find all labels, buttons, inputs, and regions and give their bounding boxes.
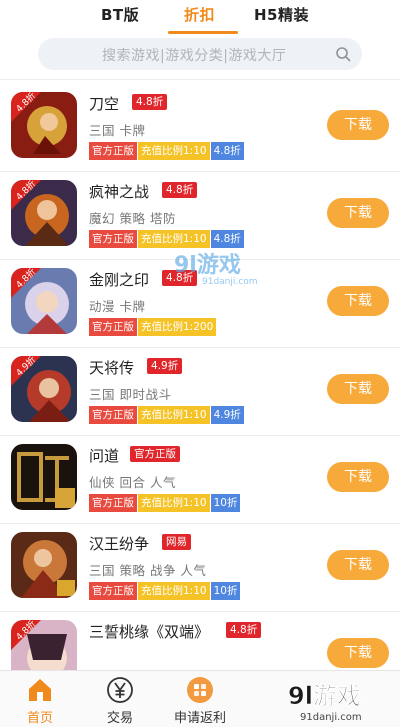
game-row-hanwang[interactable]: 汉王纷争 网易 三国 策略 战争 人气 官方正版 充值比例1:10 10折 下载 bbox=[0, 524, 400, 612]
download-button[interactable]: 下载 bbox=[327, 638, 389, 668]
nav-trade[interactable]: 交易 bbox=[80, 671, 160, 727]
nav-home[interactable]: 首页 bbox=[0, 671, 80, 727]
game-tags: 三国 卡牌 bbox=[89, 123, 146, 138]
badge-discount: 4.9折 bbox=[210, 406, 244, 424]
nav-rebate[interactable]: 申请返利 bbox=[160, 671, 240, 727]
watermark-logo: 9l游戏 91danji.com bbox=[174, 252, 257, 287]
rebate-icon bbox=[187, 677, 213, 703]
game-row-tianjiang[interactable]: 4.9折 天将传 4.9折 三国 即时战斗 官方正版 充值比例1:10 4.9折 下… bbox=[0, 348, 400, 436]
badge-discount: 4.8折 bbox=[210, 142, 244, 160]
game-title[interactable]: 问道 bbox=[89, 445, 119, 466]
badge-discount: 10折 bbox=[210, 582, 241, 600]
game-row-fengshen[interactable]: 4.8折 疯神之战 4.8折 魔幻 策略 塔防 官方正版 充值比例1:10 4.8折… bbox=[0, 172, 400, 260]
game-title[interactable]: 三誓桃缘《双端》 bbox=[89, 621, 209, 642]
top-bar: BT版 折扣 H5精装 搜索游戏|游戏分类|游戏大厅 bbox=[0, 0, 400, 80]
search-icon[interactable] bbox=[335, 46, 351, 62]
badge-discount: 4.8折 bbox=[210, 230, 244, 248]
badge-official: 官方正版 bbox=[89, 318, 137, 336]
nav-label: 申请返利 bbox=[173, 711, 226, 726]
game-title[interactable]: 天将传 bbox=[89, 357, 134, 378]
tab-bar: BT版 折扣 H5精装 bbox=[0, 4, 400, 34]
game-tags: 三国 策略 战争 人气 bbox=[89, 563, 207, 578]
yen-icon bbox=[107, 677, 133, 703]
discount-tag: 4.8折 bbox=[162, 182, 198, 198]
watermark-domain-corner: 91danji.com bbox=[300, 712, 362, 723]
game-thumbnail[interactable]: 4.8折 bbox=[11, 180, 77, 246]
game-title[interactable]: 金刚之印 bbox=[89, 269, 149, 290]
download-button[interactable]: 下载 bbox=[327, 550, 389, 580]
badge-official: 官方正版 bbox=[89, 406, 137, 424]
badge-ratio: 充值比例1:200 bbox=[138, 318, 217, 336]
game-tags: 仙侠 回合 人气 bbox=[89, 475, 176, 490]
game-title[interactable]: 汉王纷争 bbox=[89, 533, 149, 554]
discount-tag: 网易 bbox=[162, 534, 191, 550]
badge-group: 官方正版 充值比例1:10 4.9折 bbox=[89, 406, 245, 424]
game-title[interactable]: 疯神之战 bbox=[89, 181, 149, 202]
watermark-brand-corner: 9l游戏 bbox=[288, 682, 361, 710]
badge-ratio: 充值比例1:10 bbox=[138, 406, 210, 424]
watermark-domain: 91danji.com bbox=[202, 277, 257, 287]
active-tab-indicator bbox=[168, 31, 238, 34]
tab-discount[interactable]: 折扣 bbox=[184, 4, 215, 25]
home-icon bbox=[29, 679, 51, 701]
badge-official: 官方正版 bbox=[89, 494, 137, 512]
download-button[interactable]: 下载 bbox=[327, 198, 389, 228]
game-title[interactable]: 刀空 bbox=[89, 93, 119, 114]
badge-official: 官方正版 bbox=[89, 582, 137, 600]
badge-ratio: 充值比例1:10 bbox=[138, 142, 210, 160]
watermark-logo-corner: 9l游戏 91danji.com bbox=[288, 682, 362, 723]
watermark-brand: 9l游戏 bbox=[174, 252, 241, 278]
badge-discount: 10折 bbox=[210, 494, 241, 512]
tab-h5[interactable]: H5精装 bbox=[254, 4, 309, 25]
game-thumbnail[interactable]: 4.8折 bbox=[11, 268, 77, 334]
download-button[interactable]: 下载 bbox=[327, 462, 389, 492]
badge-group: 官方正版 充值比例1:10 4.8折 bbox=[89, 142, 245, 160]
download-button[interactable]: 下载 bbox=[327, 374, 389, 404]
badge-group: 官方正版 充值比例1:10 10折 bbox=[89, 494, 241, 512]
download-button[interactable]: 下载 bbox=[327, 286, 389, 316]
download-button[interactable]: 下载 bbox=[327, 110, 389, 140]
discount-tag: 4.9折 bbox=[147, 358, 183, 374]
search-input[interactable]: 搜索游戏|游戏分类|游戏大厅 bbox=[38, 38, 362, 70]
game-tags: 动漫 卡牌 bbox=[89, 299, 146, 314]
game-tags: 三国 即时战斗 bbox=[89, 387, 172, 402]
tab-bt[interactable]: BT版 bbox=[101, 4, 139, 25]
discount-tag: 4.8折 bbox=[226, 622, 262, 638]
game-row-wendao[interactable]: 问道 官方正版 仙侠 回合 人气 官方正版 充值比例1:10 10折 下载 bbox=[0, 436, 400, 524]
search-placeholder: 搜索游戏|游戏分类|游戏大厅 bbox=[102, 48, 287, 64]
discount-tag: 官方正版 bbox=[130, 446, 180, 462]
badge-official: 官方正版 bbox=[89, 142, 137, 160]
game-thumbnail[interactable] bbox=[11, 532, 77, 598]
nav-label: 交易 bbox=[106, 711, 133, 726]
badge-group: 官方正版 充值比例1:10 10折 bbox=[89, 582, 241, 600]
game-thumbnail[interactable]: 4.8折 bbox=[11, 92, 77, 158]
game-tags: 魔幻 策略 塔防 bbox=[89, 211, 176, 226]
game-row-daokong[interactable]: 4.8折 刀空 4.8折 三国 卡牌 官方正版 充值比例1:10 4.8折 下载 bbox=[0, 84, 400, 172]
badge-group: 官方正版 充值比例1:10 4.8折 bbox=[89, 230, 245, 248]
badge-official: 官方正版 bbox=[89, 230, 137, 248]
game-thumbnail[interactable]: 4.9折 bbox=[11, 356, 77, 422]
badge-group: 官方正版 充值比例1:200 bbox=[89, 318, 217, 336]
badge-ratio: 充值比例1:10 bbox=[138, 494, 210, 512]
game-thumbnail[interactable] bbox=[11, 444, 77, 510]
badge-ratio: 充值比例1:10 bbox=[138, 582, 210, 600]
badge-ratio: 充值比例1:10 bbox=[138, 230, 210, 248]
discount-tag: 4.8折 bbox=[132, 94, 168, 110]
nav-label: 首页 bbox=[26, 711, 53, 726]
